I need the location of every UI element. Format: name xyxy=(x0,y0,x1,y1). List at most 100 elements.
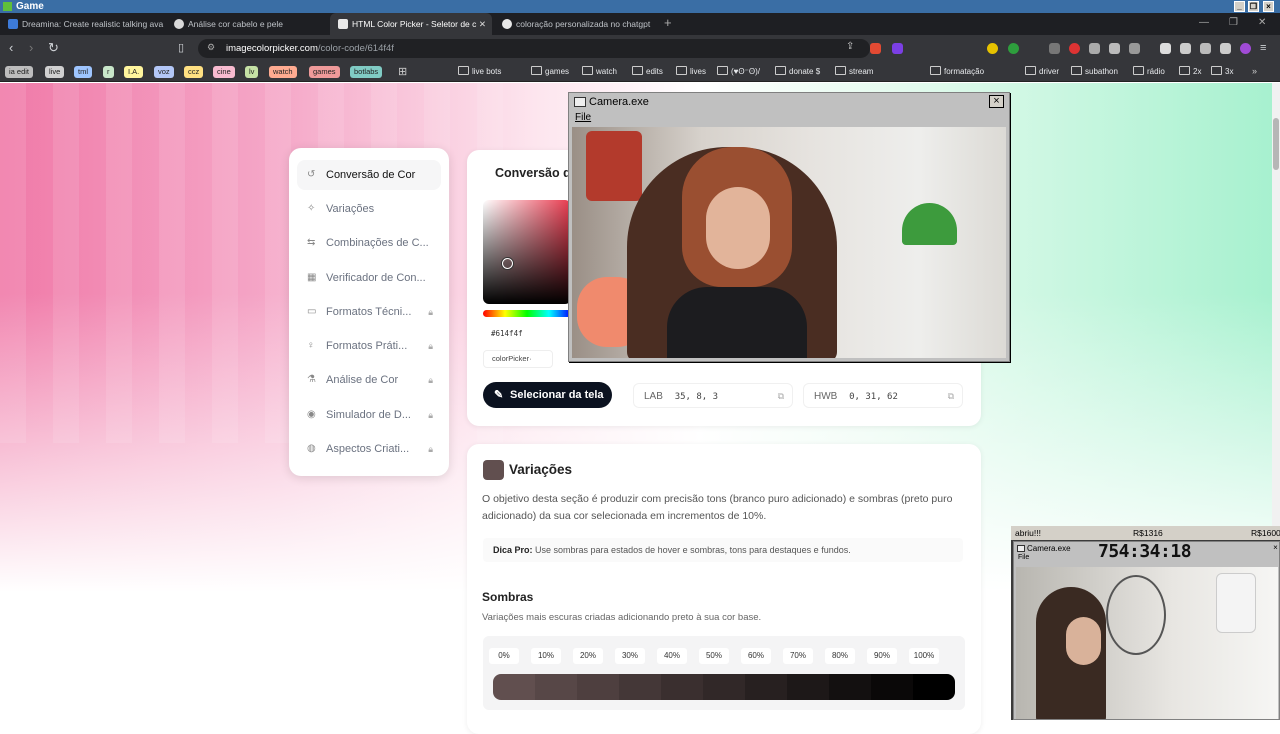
share-icon[interactable]: ⇪ xyxy=(846,41,854,52)
rewards-icon[interactable] xyxy=(892,43,903,54)
copy-icon[interactable]: ⧉ xyxy=(778,384,784,409)
sidebar-item-simulador[interactable]: ◉ Simulador de D... 🔒︎ xyxy=(297,400,441,430)
bookmark-botlabs[interactable]: botlabs xyxy=(350,66,383,78)
folder-donate[interactable]: donate $ xyxy=(775,66,820,78)
saturation-picker[interactable] xyxy=(483,200,571,304)
shade-swatch[interactable] xyxy=(829,674,871,700)
folder-driver[interactable]: driver xyxy=(1025,66,1059,78)
site-info-icon[interactable]: ⚙ xyxy=(207,42,215,53)
back-icon[interactable]: ‹ xyxy=(9,40,13,56)
tab-coloracao[interactable]: coloração personalizada no chatgpt xyxy=(494,13,657,35)
hex-input[interactable]: #614f4f xyxy=(483,325,563,343)
folder-face[interactable]: (♥ʘ⁻ʘ)/ xyxy=(717,66,760,78)
tab-label: Dreamina: Create realistic talking ava xyxy=(22,19,164,29)
bookmark-ia-edit[interactable]: ia edit xyxy=(5,66,34,78)
profile-icon[interactable] xyxy=(1240,43,1251,54)
sidebar-icon[interactable] xyxy=(1160,43,1171,54)
address-bar[interactable]: ⚙ imagecolorpicker.com/color-code/614f4f… xyxy=(198,39,870,58)
bookmark-lv[interactable]: lv xyxy=(245,66,259,78)
new-tab-icon[interactable]: + xyxy=(664,13,672,33)
bookmark-voz[interactable]: voz xyxy=(154,66,174,78)
small-file-menu[interactable]: File xyxy=(1018,554,1029,561)
select-from-screen-button[interactable]: ✎ Selecionar da tela xyxy=(483,382,612,408)
more-bookmarks-icon[interactable]: » xyxy=(1252,66,1257,76)
minimize-icon[interactable]: _ xyxy=(1234,1,1245,12)
sidebar-item-conversao[interactable]: ↺ Conversão de Cor xyxy=(297,160,441,190)
picker-handle[interactable] xyxy=(502,258,513,269)
shade-swatch[interactable] xyxy=(787,674,829,700)
folder-2x[interactable]: 2x xyxy=(1179,66,1201,78)
extension-icon[interactable] xyxy=(1129,43,1140,54)
sidebar-item-aspectos[interactable]: ◍ Aspectos Criati... 🔒︎ xyxy=(297,434,441,464)
shade-swatch[interactable] xyxy=(493,674,535,700)
sidebar-item-formatos-praticos[interactable]: ♀ Formatos Práti... 🔒︎ xyxy=(297,331,441,361)
wallet-icon[interactable] xyxy=(1180,43,1191,54)
folder-stream[interactable]: stream xyxy=(835,66,873,78)
extension-icon[interactable] xyxy=(1008,43,1019,54)
shade-swatch[interactable] xyxy=(577,674,619,700)
sidebar-item-label: Conversão de Cor xyxy=(326,169,416,181)
shade-swatch[interactable] xyxy=(619,674,661,700)
camera-icon xyxy=(574,97,586,107)
shade-swatch[interactable] xyxy=(661,674,703,700)
hue-slider[interactable] xyxy=(483,310,571,317)
close-browser-icon[interactable]: ✕ xyxy=(1258,13,1266,33)
bookmark-live[interactable]: live xyxy=(45,66,65,78)
bookmark-cine[interactable]: cine xyxy=(213,66,235,78)
folder-edits[interactable]: edits xyxy=(632,66,663,78)
bookmark-tml[interactable]: tml xyxy=(74,66,92,78)
close-icon[interactable]: × xyxy=(1263,1,1274,12)
sidebar-item-verificador[interactable]: ▦ Verificador de Con... xyxy=(297,263,441,293)
folder-formatacao[interactable]: formatação xyxy=(930,66,984,78)
minimize-browser-icon[interactable]: — xyxy=(1199,13,1209,33)
folder-subathon[interactable]: subathon xyxy=(1071,66,1118,78)
copy-icon[interactable]: ⧉ xyxy=(948,384,954,409)
folder-3x[interactable]: 3x xyxy=(1211,66,1233,78)
color-picker-field[interactable]: colorPicker· xyxy=(483,350,553,368)
bookmark-watch[interactable]: watch xyxy=(269,66,297,78)
shade-swatch[interactable] xyxy=(703,674,745,700)
folder-lives[interactable]: lives xyxy=(676,66,706,78)
menu-icon[interactable]: ≡ xyxy=(1260,40,1266,56)
folder-radio[interactable]: rádio xyxy=(1133,66,1165,78)
leo-icon[interactable] xyxy=(1200,43,1211,54)
tab-analise[interactable]: Análise cor cabelo e pele xyxy=(166,13,329,35)
bookmark-ia[interactable]: I.A. xyxy=(124,66,144,78)
restore-browser-icon[interactable]: ❐ xyxy=(1229,13,1238,33)
tab-dreamina[interactable]: Dreamina: Create realistic talking ava xyxy=(0,13,165,35)
extension-icon[interactable] xyxy=(1069,43,1080,54)
sidebar-item-combinacoes[interactable]: ⇆ Combinações de C... xyxy=(297,228,441,258)
shade-swatch[interactable] xyxy=(871,674,913,700)
bookmark-games[interactable]: games xyxy=(309,66,340,78)
sidebar-item-analise-cor[interactable]: ⚗ Análise de Cor 🔒︎ xyxy=(297,365,441,395)
shield-icon[interactable] xyxy=(1220,43,1231,54)
apps-grid-icon[interactable]: ⊞ xyxy=(398,65,407,78)
close-icon[interactable]: × xyxy=(989,95,1004,108)
sidebar-item-variacoes[interactable]: ✧ Variações xyxy=(297,194,441,224)
extension-icon[interactable] xyxy=(1049,43,1060,54)
puzzle-icon[interactable] xyxy=(1109,43,1120,54)
tab-color-picker[interactable]: HTML Color Picker - Seletor de c ✕ xyxy=(330,13,492,35)
brave-shield-icon[interactable] xyxy=(870,43,881,54)
extension-icon[interactable] xyxy=(987,43,998,54)
bookmark-icon[interactable]: ▯ xyxy=(178,40,184,56)
maximize-icon[interactable]: ❐ xyxy=(1248,1,1259,12)
tab-label: coloração personalizada no chatgpt xyxy=(516,19,651,29)
file-menu[interactable]: File xyxy=(575,112,591,123)
reload-icon[interactable]: ↻ xyxy=(48,40,59,56)
sidebar-item-formatos-tecnicos[interactable]: ▭ Formatos Técni... 🔒︎ xyxy=(297,297,441,327)
close-tab-icon[interactable]: ✕ xyxy=(479,13,486,35)
bookmark-ccz[interactable]: ccz xyxy=(184,66,204,78)
extension-icon[interactable] xyxy=(1089,43,1100,54)
bookmark-r[interactable]: r xyxy=(103,66,114,78)
shade-swatch[interactable] xyxy=(913,674,955,700)
close-icon[interactable]: × xyxy=(1271,543,1280,552)
forward-icon[interactable]: › xyxy=(29,40,33,56)
shade-swatch[interactable] xyxy=(535,674,577,700)
folder-live-bots[interactable]: live bots xyxy=(458,66,501,78)
scrollbar-thumb[interactable] xyxy=(1273,118,1279,170)
small-webcam-feed xyxy=(1016,567,1278,719)
shade-swatch[interactable] xyxy=(745,674,787,700)
folder-games[interactable]: games xyxy=(531,66,569,78)
folder-watch[interactable]: watch xyxy=(582,66,617,78)
